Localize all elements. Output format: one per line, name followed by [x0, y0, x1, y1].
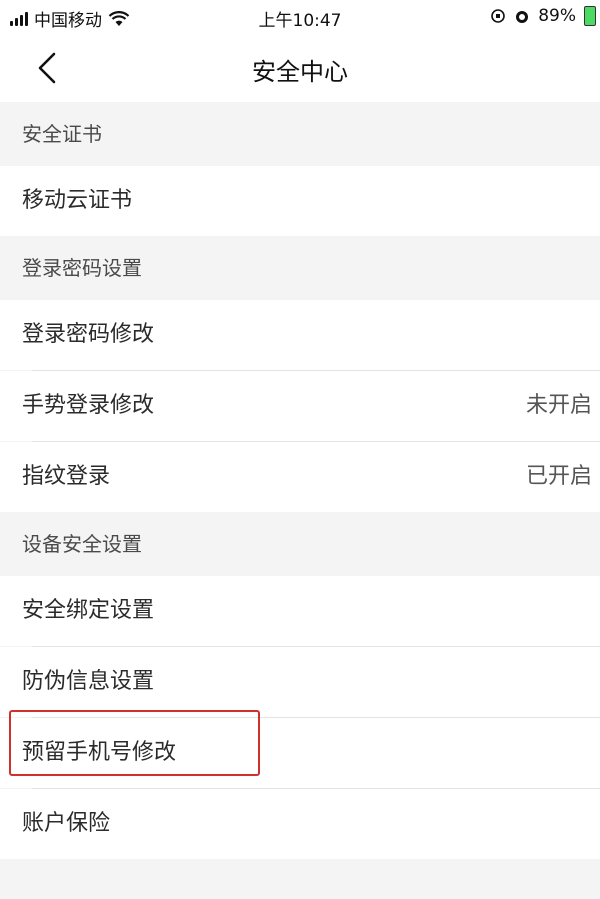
row-label: 手势登录修改 [22, 393, 155, 418]
row-label: 安全绑定设置 [22, 598, 155, 623]
gesture-login-status: 未开启 [525, 393, 592, 418]
row-login-password-change[interactable]: 登录密码修改 [0, 300, 600, 370]
battery-percent: 89% [538, 6, 576, 26]
rotation-lock-icon [491, 9, 506, 23]
settings-list: 安全证书 移动云证书 登录密码设置 登录密码修改 手势登录修改 未开启 指纹登录… [0, 102, 600, 899]
row-fingerprint-login[interactable]: 指纹登录 已开启 [0, 442, 600, 512]
row-mobile-cloud-certificate[interactable]: 移动云证书 [0, 166, 600, 236]
status-right: 89% [490, 6, 596, 26]
footer-gap [0, 859, 600, 899]
row-gesture-login[interactable]: 手势登录修改 未开启 [0, 371, 600, 441]
section-header-certificate: 安全证书 [0, 102, 600, 166]
fingerprint-login-status: 已开启 [525, 464, 592, 489]
row-label: 账户保险 [22, 811, 111, 836]
row-account-insurance[interactable]: 账户保险 [0, 789, 600, 859]
section-header-device-security: 设备安全设置 [0, 512, 600, 576]
status-bar: 中国移动 上午10:47 89% [0, 0, 600, 34]
row-security-binding[interactable]: 安全绑定设置 [0, 576, 600, 646]
section-header-login-password: 登录密码设置 [0, 236, 600, 300]
alarm-icon [516, 11, 529, 23]
battery-icon [584, 6, 596, 26]
row-label: 移动云证书 [22, 188, 133, 213]
row-label: 指纹登录 [22, 464, 111, 489]
row-label: 防伪信息设置 [22, 669, 155, 694]
page-title: 安全中心 [252, 58, 348, 86]
row-label: 预留手机号修改 [22, 740, 177, 765]
row-reserved-phone-change[interactable]: 预留手机号修改 [0, 718, 600, 788]
row-label: 登录密码修改 [22, 322, 155, 347]
nav-bar: 安全中心 [0, 34, 600, 102]
row-anti-fraud-info[interactable]: 防伪信息设置 [0, 647, 600, 717]
